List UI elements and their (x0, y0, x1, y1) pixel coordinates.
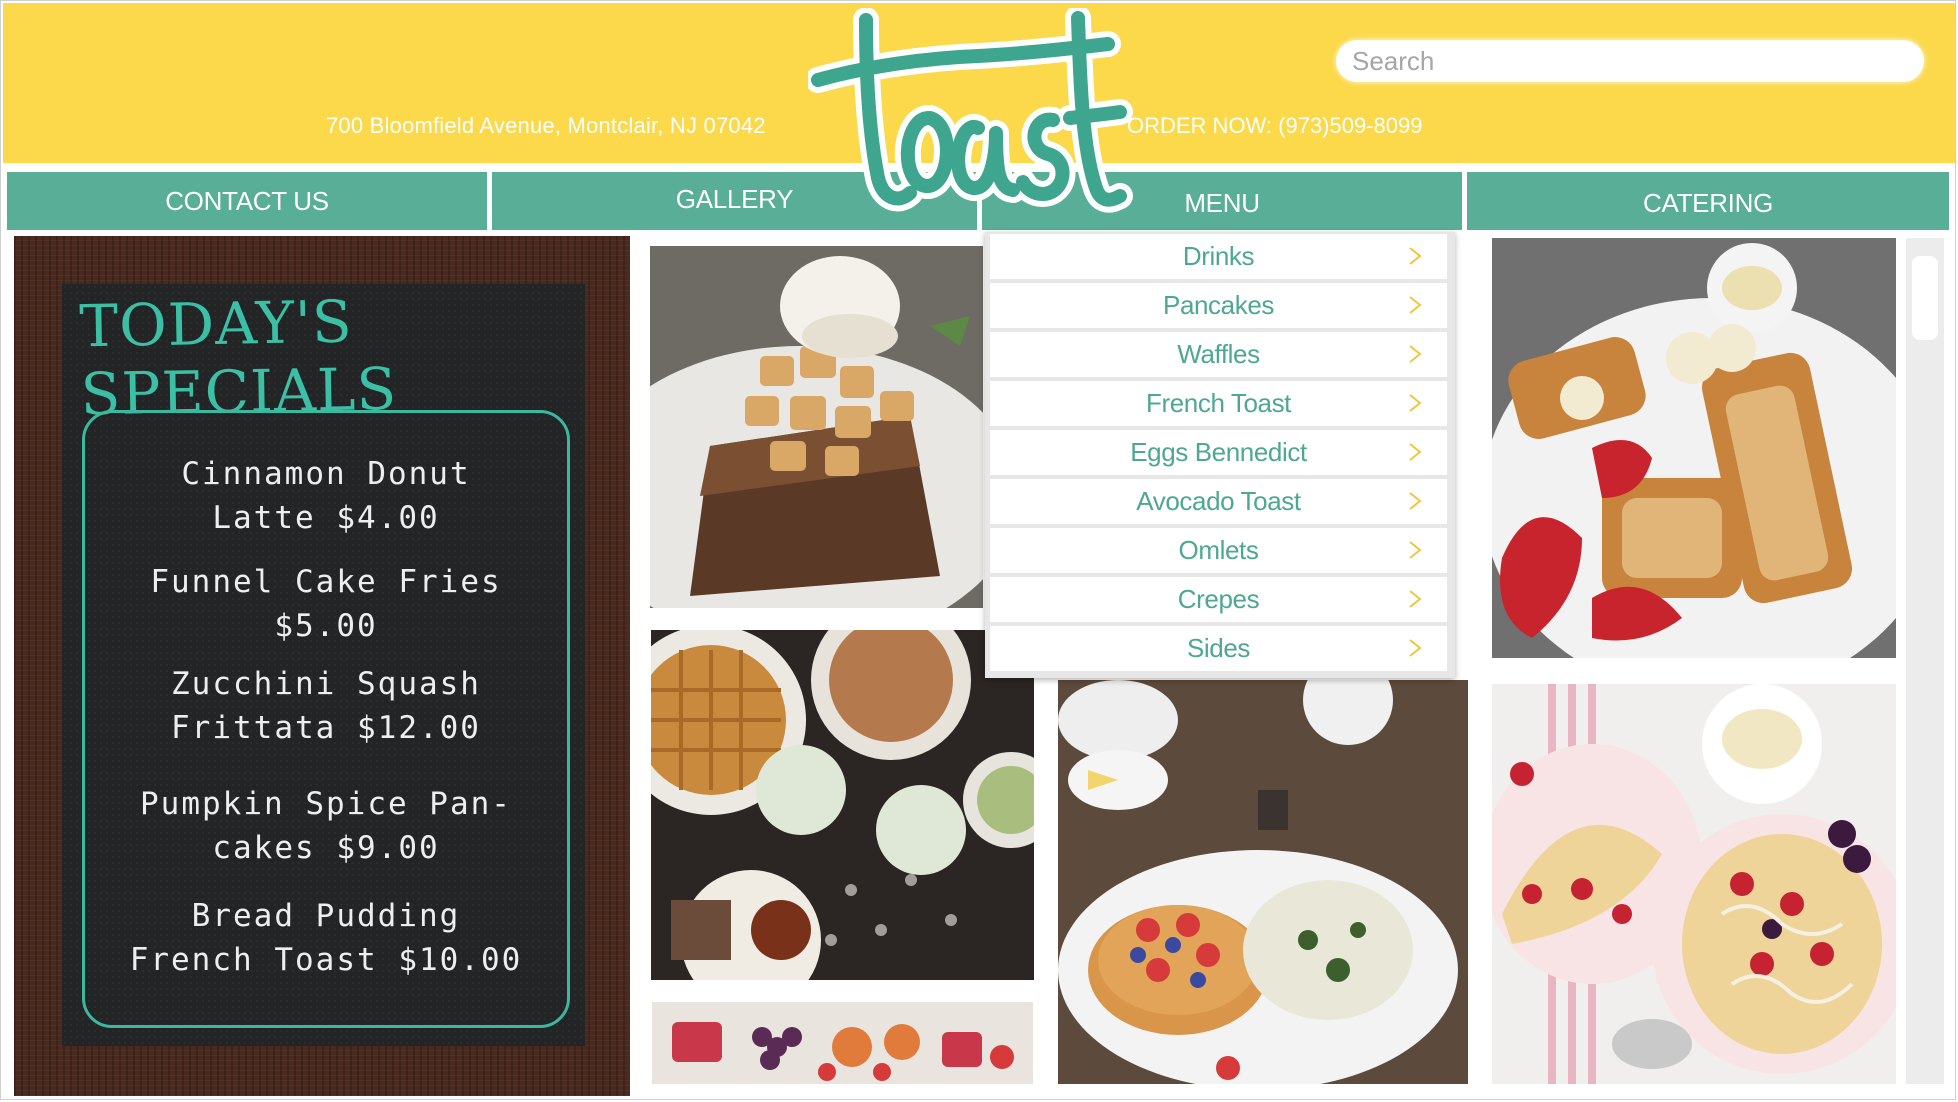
menu-item-drinks[interactable]: Drinks (990, 234, 1447, 279)
menu-item-french-toast[interactable]: French Toast (990, 381, 1447, 426)
menu-item-crepes[interactable]: Crepes (990, 577, 1447, 622)
special-line: $5.00 (274, 608, 378, 644)
special-line: French Toast $10.00 (129, 942, 523, 978)
special-line: Frittata $12.00 (171, 710, 481, 746)
menu-item-omlets[interactable]: Omlets (990, 528, 1447, 573)
menu-item-label: Crepes (1177, 584, 1260, 614)
nav-label: CONTACT US (165, 185, 329, 216)
menu-item-pancakes[interactable]: Pancakes (990, 283, 1447, 328)
scrollbar-thumb[interactable] (1912, 256, 1938, 340)
menu-item-label: Omlets (1178, 535, 1259, 565)
menu-item-sides[interactable]: Sides (990, 626, 1447, 671)
special-line: Zucchini Squash (171, 666, 481, 702)
search-input[interactable] (1336, 40, 1924, 82)
nav-contact-us[interactable]: CONTACT US (7, 172, 487, 230)
menu-item-label: Eggs Bennedict (1130, 437, 1307, 467)
special-line: Funnel Cake Fries (150, 564, 502, 600)
special-item: Pumpkin Spice Pan- cakes $9.00 (96, 782, 556, 870)
chevron-right-icon (1409, 541, 1422, 559)
chevron-right-icon (1409, 443, 1422, 461)
chevron-right-icon (1409, 492, 1422, 510)
scrollbar-track[interactable] (1906, 238, 1944, 1084)
chevron-right-icon (1409, 247, 1422, 265)
fruit-platter-photo[interactable] (652, 1002, 1033, 1084)
chevron-right-icon (1409, 590, 1422, 608)
special-item: Funnel Cake Fries $5.00 (96, 560, 556, 648)
menu-dropdown: Drinks Pancakes Waffles French Toast Egg… (985, 232, 1455, 678)
menu-item-label: Drinks (1182, 241, 1255, 271)
menu-item-waffles[interactable]: Waffles (990, 332, 1447, 377)
menu-item-avocado-toast[interactable]: Avocado Toast (990, 479, 1447, 524)
special-line: cakes $9.00 (212, 830, 440, 866)
waffles-drinks-photo[interactable] (651, 630, 1034, 980)
special-line: Bread Pudding (191, 898, 461, 934)
toast-logo[interactable] (805, 5, 1138, 230)
chevron-right-icon (1409, 639, 1422, 657)
menu-item-label: Avocado Toast (1136, 486, 1301, 516)
special-line: Latte $4.00 (212, 500, 440, 536)
crepes-berries-photo[interactable] (1492, 684, 1896, 1084)
nav-label: GALLERY (675, 183, 794, 214)
special-line: Cinnamon Donut (181, 456, 471, 492)
chevron-right-icon (1409, 394, 1422, 412)
chevron-right-icon (1409, 345, 1422, 363)
chevron-right-icon (1409, 296, 1422, 314)
nav-label: CATERING (1642, 187, 1773, 218)
french-toast-ice-cream-photo[interactable] (650, 246, 983, 608)
menu-item-eggs-bennedict[interactable]: Eggs Bennedict (990, 430, 1447, 475)
pancakes-eggs-photo[interactable] (1058, 680, 1468, 1084)
menu-item-label: Pancakes (1163, 290, 1274, 320)
menu-item-label: Sides (1186, 633, 1251, 663)
menu-item-label: French Toast (1145, 388, 1292, 418)
special-item: Cinnamon Donut Latte $4.00 (96, 452, 556, 540)
specials-title: TODAY'S SPECIALS (78, 287, 398, 429)
address-text: 700 Bloomfield Avenue, Montclair, NJ 070… (326, 113, 766, 138)
french-toast-strawberries-photo[interactable] (1492, 238, 1896, 658)
special-item: Bread Pudding French Toast $10.00 (96, 894, 556, 982)
special-line: Pumpkin Spice Pan- (140, 786, 512, 822)
nav-catering[interactable]: CATERING (1467, 172, 1949, 230)
nav-label: MENU (1184, 187, 1260, 218)
order-phone-link[interactable]: ORDER NOW: (973)509-8099 (1127, 113, 1423, 139)
special-item: Zucchini Squash Frittata $12.00 (96, 662, 556, 750)
menu-item-label: Waffles (1177, 339, 1260, 369)
